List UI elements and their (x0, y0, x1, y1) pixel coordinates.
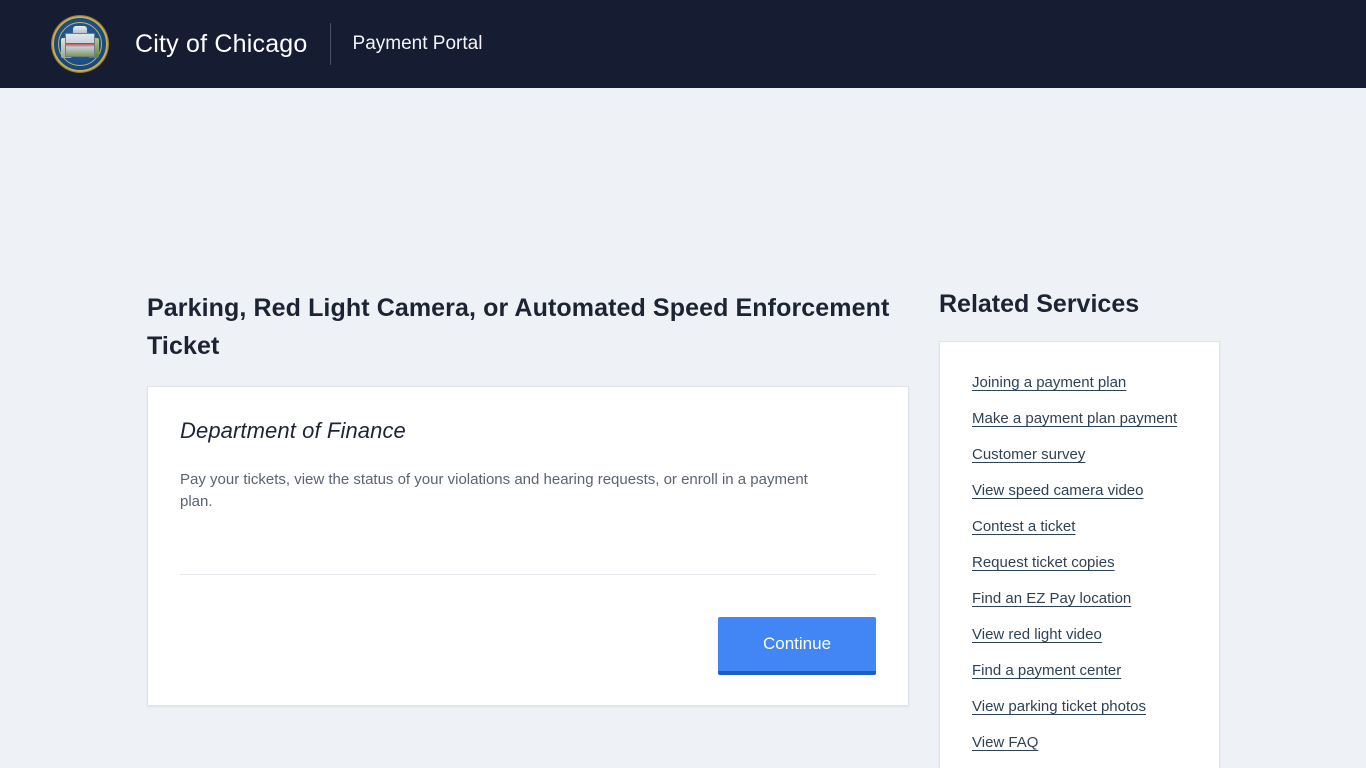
list-item: Find an EZ Pay location (972, 588, 1195, 610)
main-column: Parking, Red Light Camera, or Automated … (147, 289, 909, 706)
list-item: Find a payment center (972, 660, 1195, 682)
related-link-request-ticket-copies[interactable]: Request ticket copies (972, 554, 1115, 571)
related-link-view-faq[interactable]: View FAQ (972, 734, 1038, 751)
related-link-contest-a-ticket[interactable]: Contest a ticket (972, 518, 1075, 535)
related-services-panel: Joining a payment plan Make a payment pl… (939, 341, 1220, 768)
list-item: Contest a ticket (972, 516, 1195, 538)
related-services-column: Related Services Joining a payment plan … (939, 289, 1220, 768)
brand-title[interactable]: City of Chicago (135, 30, 308, 59)
list-item: View red light video (972, 624, 1195, 646)
related-link-view-speed-camera-video[interactable]: View speed camera video (972, 482, 1144, 499)
related-link-joining-a-payment-plan[interactable]: Joining a payment plan (972, 374, 1126, 391)
list-item: View FAQ (972, 732, 1195, 754)
related-link-view-parking-ticket-photos[interactable]: View parking ticket photos (972, 698, 1146, 715)
list-item: Make a payment plan payment (972, 408, 1195, 430)
brand-wrap: City of Chicago Payment Portal (135, 23, 482, 65)
list-item: View parking ticket photos (972, 696, 1195, 718)
page-body: Parking, Red Light Camera, or Automated … (0, 88, 1366, 768)
card-description: Pay your tickets, view the status of you… (180, 471, 808, 510)
list-item: Customer survey (972, 444, 1195, 466)
list-item: Request ticket copies (972, 552, 1195, 574)
related-link-make-a-payment-plan-payment[interactable]: Make a payment plan payment (972, 410, 1177, 427)
list-item: Joining a payment plan (972, 372, 1195, 394)
site-header: City of Chicago Payment Portal (0, 0, 1366, 88)
related-link-view-red-light-video[interactable]: View red light video (972, 626, 1102, 643)
brand-subtitle: Payment Portal (352, 33, 483, 54)
related-link-find-an-ez-pay-location[interactable]: Find an EZ Pay location (972, 590, 1131, 607)
content-columns: Parking, Red Light Camera, or Automated … (147, 289, 1220, 768)
card-title: Department of Finance (180, 418, 406, 443)
service-card: Department of Finance Pay your tickets, … (147, 386, 909, 706)
card-actions: Continue (180, 575, 876, 675)
related-link-customer-survey[interactable]: Customer survey (972, 446, 1085, 463)
page-title: Parking, Red Light Camera, or Automated … (147, 294, 890, 360)
city-seal-icon (52, 16, 108, 72)
related-services-list: Joining a payment plan Make a payment pl… (972, 372, 1195, 754)
related-link-find-a-payment-center[interactable]: Find a payment center (972, 662, 1121, 679)
list-item: View speed camera video (972, 480, 1195, 502)
continue-button[interactable]: Continue (718, 617, 876, 675)
brand-divider (329, 23, 331, 65)
seal-shield (65, 33, 95, 58)
related-services-title: Related Services (939, 290, 1140, 318)
